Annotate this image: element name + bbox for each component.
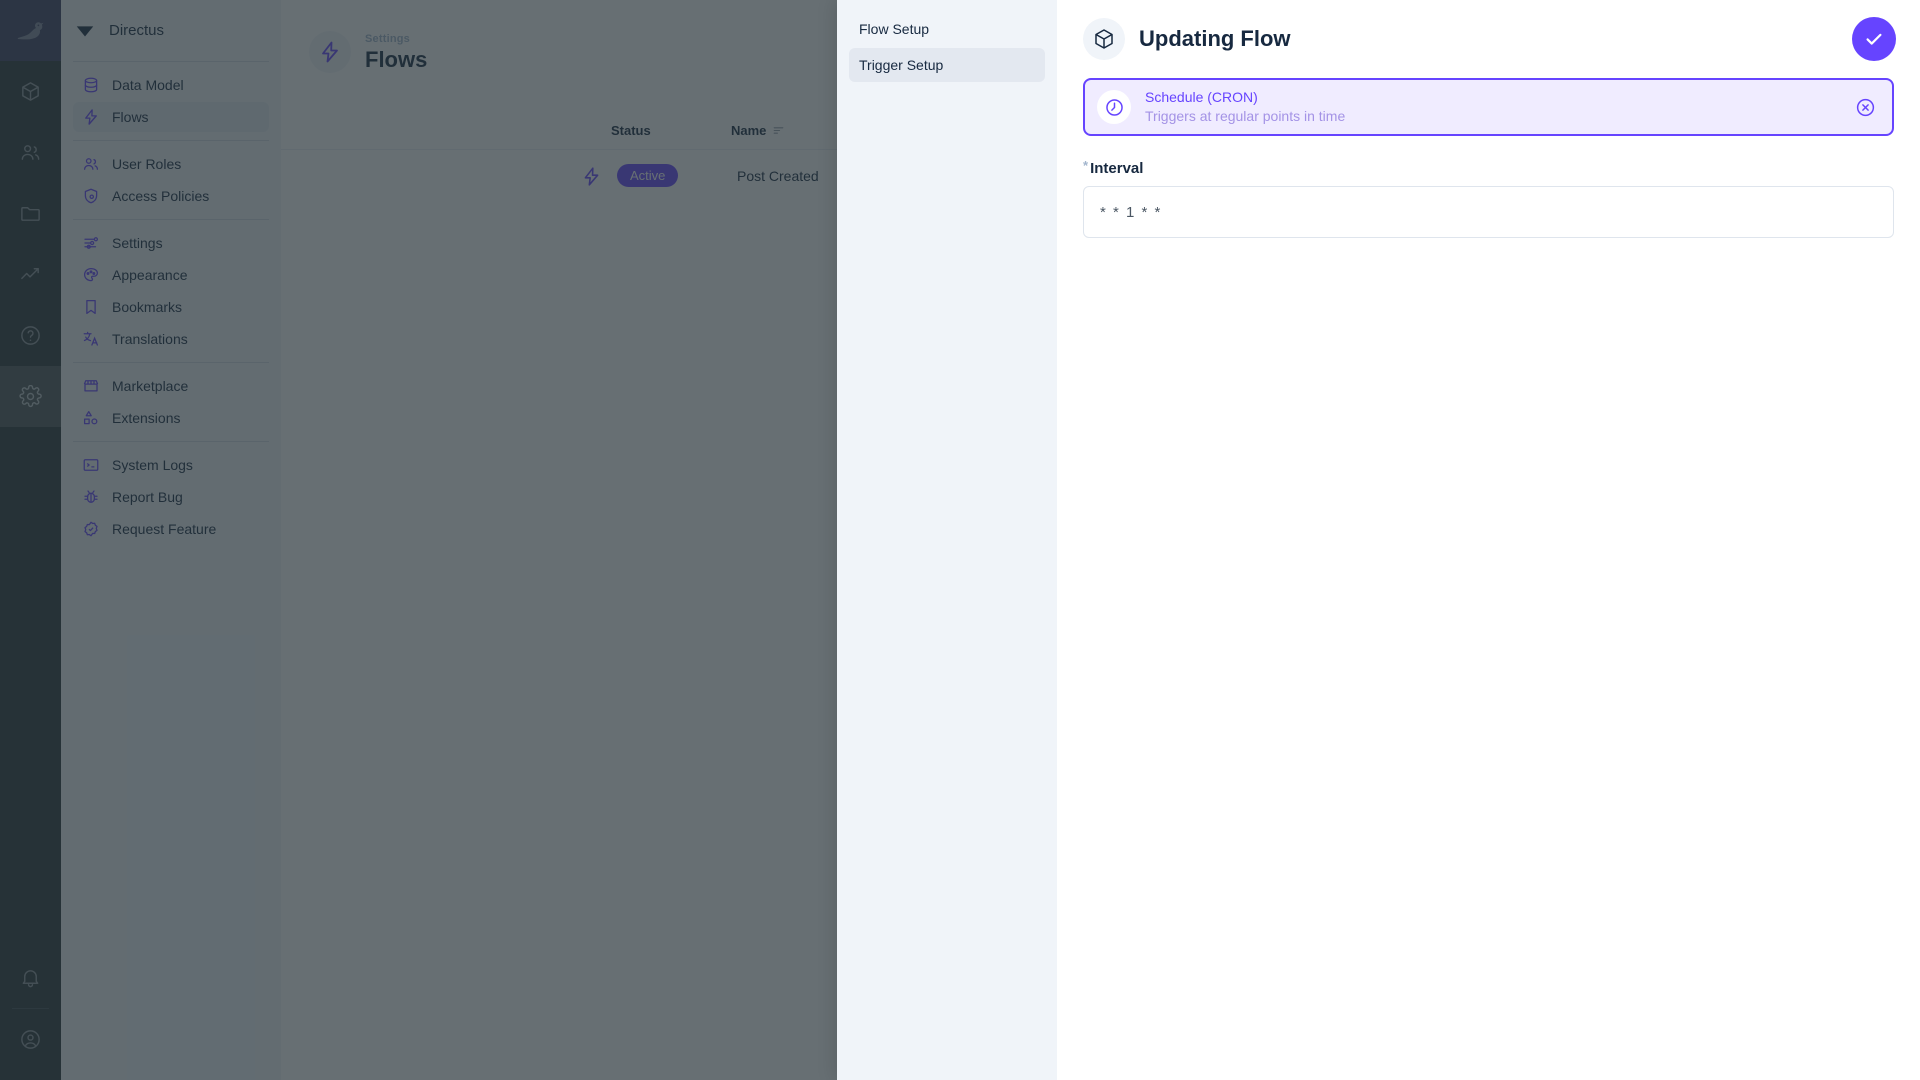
app-root: Directus Data Model Flows bbox=[0, 0, 1920, 1080]
interval-label: * Interval bbox=[1083, 158, 1894, 177]
clock-icon bbox=[1097, 90, 1131, 124]
flow-drawer: Flow Setup Trigger Setup Updating Flow S… bbox=[837, 0, 1920, 1080]
interval-field: * Interval bbox=[1083, 158, 1894, 238]
trigger-card-text: Schedule (CRON) Triggers at regular poin… bbox=[1145, 89, 1841, 125]
drawer-nav-item-trigger-setup[interactable]: Trigger Setup bbox=[849, 48, 1045, 82]
drawer-body: Updating Flow Schedule (CRON) Triggers a… bbox=[1057, 0, 1920, 1080]
required-marker: * bbox=[1083, 158, 1089, 173]
drawer-content: Schedule (CRON) Triggers at regular poin… bbox=[1057, 78, 1920, 238]
trigger-card-title: Schedule (CRON) bbox=[1145, 89, 1258, 105]
box-icon bbox=[1083, 18, 1125, 60]
trigger-card-subtitle: Triggers at regular points in time bbox=[1145, 108, 1346, 124]
drawer-title: Updating Flow bbox=[1139, 26, 1291, 51]
clear-trigger-button[interactable] bbox=[1855, 97, 1876, 118]
interval-input[interactable] bbox=[1083, 186, 1894, 238]
drawer-nav-item-flow-setup[interactable]: Flow Setup bbox=[849, 12, 1045, 46]
interval-label-text: Interval bbox=[1090, 160, 1144, 177]
check-icon bbox=[1866, 33, 1882, 45]
drawer-header: Updating Flow bbox=[1057, 0, 1920, 78]
save-button[interactable] bbox=[1852, 17, 1896, 61]
drawer-nav: Flow Setup Trigger Setup bbox=[837, 0, 1057, 1080]
trigger-type-card[interactable]: Schedule (CRON) Triggers at regular poin… bbox=[1083, 78, 1894, 136]
close-circle-icon bbox=[1856, 98, 1875, 116]
